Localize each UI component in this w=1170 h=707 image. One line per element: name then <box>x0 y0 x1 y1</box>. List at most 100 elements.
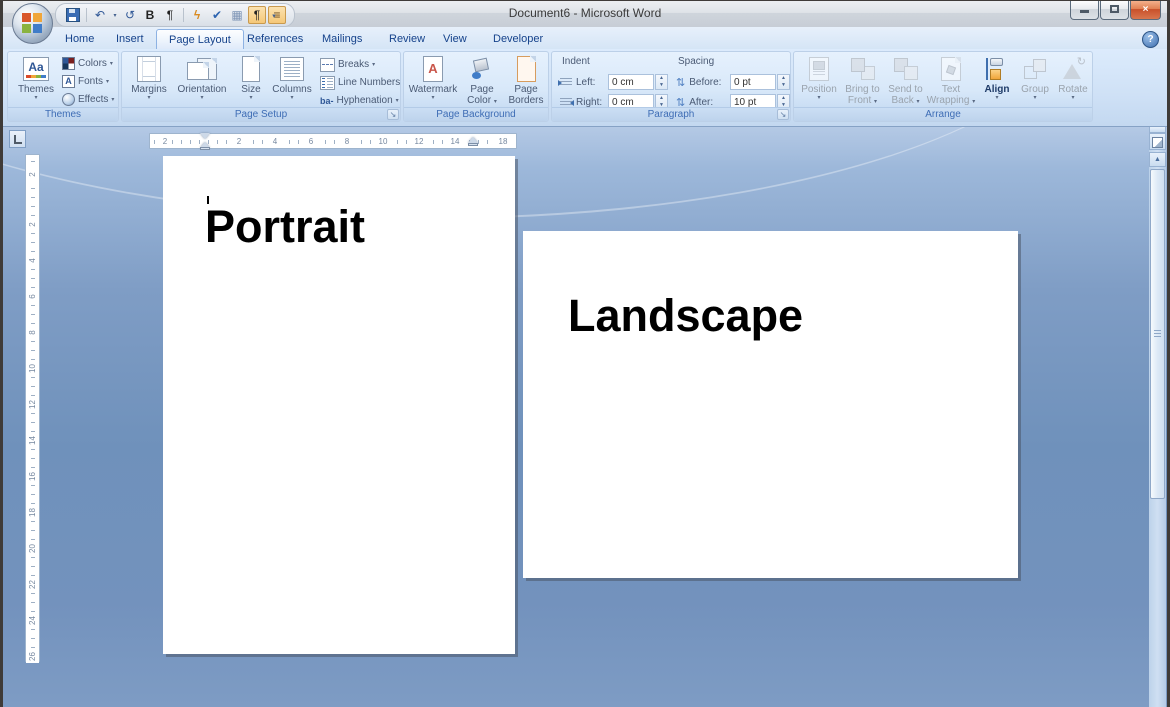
line-numbers-button[interactable]: Line Numbers▾ <box>320 74 406 91</box>
minimize-button[interactable] <box>1070 1 1099 20</box>
paragraph-dialog-launcher[interactable]: ↘ <box>777 109 789 120</box>
table-draw-button[interactable]: ▦ <box>228 6 246 24</box>
theme-fonts-button[interactable]: A Fonts▾ <box>62 73 109 90</box>
chevron-down-icon: ▾ <box>817 95 820 101</box>
theme-effects-button[interactable]: Effects▾ <box>62 91 114 108</box>
tab-mailings[interactable]: Mailings <box>310 29 374 49</box>
align-button[interactable]: Align ▾ <box>979 54 1015 108</box>
page-portrait[interactable]: Portrait <box>163 156 515 654</box>
scrollbar-thumb[interactable] <box>1150 169 1165 499</box>
spacing-before-input[interactable] <box>730 74 776 90</box>
undo-dropdown[interactable]: ▾ <box>111 6 119 24</box>
text-wrapping-icon <box>941 54 961 84</box>
orientation-button[interactable]: Orientation ▾ <box>172 54 232 108</box>
help-icon: ? <box>1147 34 1153 45</box>
title-bar[interactable]: Document6 - Microsoft Word × ↶ ▾ ↺ B ¶ ϟ… <box>3 1 1167 28</box>
ruler-number: 22 <box>26 578 39 591</box>
show-formatting-button[interactable]: ¶ <box>248 6 266 24</box>
theme-effects-icon <box>62 93 75 106</box>
group-button[interactable]: Group ▾ <box>1016 54 1054 108</box>
rotate-button[interactable]: ↻ Rotate ▾ <box>1054 54 1092 108</box>
ruler-number: 24 <box>26 614 39 627</box>
chevron-down-icon: ▾ <box>200 95 203 101</box>
maximize-button[interactable] <box>1100 1 1129 20</box>
position-button[interactable]: Position ▾ <box>798 54 840 108</box>
macro-button[interactable]: ϟ <box>188 6 206 24</box>
vertical-ruler[interactable]: 2 2 4 6 8 10 12 14 16 18 20 22 24 26 <box>25 154 40 662</box>
theme-colors-button[interactable]: Colors▾ <box>62 55 113 72</box>
ruler-number: 14 <box>448 136 462 147</box>
tab-references[interactable]: References <box>235 29 315 49</box>
horizontal-ruler[interactable]: 2 2 4 6 8 10 12 14 18 <box>149 133 517 149</box>
save-button[interactable] <box>64 6 82 24</box>
table-icon: ▦ <box>231 8 242 22</box>
group-label-page-background: Page Background <box>404 107 548 121</box>
undo-icon: ↶ <box>95 8 105 22</box>
first-line-indent-marker[interactable] <box>200 133 210 139</box>
page-landscape[interactable]: Landscape <box>523 231 1018 578</box>
indent-heading: Indent <box>562 56 590 67</box>
themes-icon: Aa <box>23 54 49 84</box>
qat-separator <box>183 8 184 22</box>
spellcheck-icon: ✔ <box>212 8 222 22</box>
breaks-button[interactable]: Breaks▾ <box>320 56 375 73</box>
help-button[interactable]: ? <box>1142 31 1159 48</box>
bold-icon: B <box>146 8 155 22</box>
tab-view[interactable]: View <box>431 29 479 49</box>
spellcheck-button[interactable]: ✔ <box>208 6 226 24</box>
page-borders-button[interactable]: Page Borders <box>504 54 548 108</box>
themes-button[interactable]: Aa Themes ▾ <box>14 54 58 108</box>
redo-button[interactable]: ↺ <box>121 6 139 24</box>
scroll-up-button[interactable]: ▲ <box>1149 152 1166 167</box>
office-button[interactable] <box>12 3 53 44</box>
ruler-number: 10 <box>376 136 390 147</box>
group-label-themes: Themes <box>8 107 118 121</box>
vertical-scrollbar[interactable]: ▲ <box>1149 127 1166 707</box>
watermark-icon: A <box>423 54 443 84</box>
indent-left-stepper[interactable]: ▲▼ <box>655 74 668 90</box>
ribbon: Aa Themes ▾ Colors▾ A Fonts▾ Effects▾ Th… <box>3 49 1167 127</box>
redo-icon: ↺ <box>125 8 135 22</box>
tab-insert[interactable]: Insert <box>104 29 156 49</box>
bring-to-front-button[interactable]: Bring to Front ▾ <box>841 54 884 108</box>
ruler-number: 2 <box>26 168 39 181</box>
position-icon <box>809 54 829 84</box>
spin-up-icon: ▲ <box>656 95 667 102</box>
tab-stop-selector[interactable] <box>9 130 26 148</box>
text-wrapping-button[interactable]: Text Wrapping ▾ <box>927 54 975 108</box>
scroll-up-icon: ▲ <box>1154 156 1161 163</box>
spacing-before-stepper[interactable]: ▲▼ <box>777 74 790 90</box>
size-button[interactable]: Size ▾ <box>232 54 270 108</box>
pilcrow-button[interactable]: ¶ <box>161 6 179 24</box>
left-tab-icon <box>14 135 22 144</box>
ruler-number: 8 <box>340 136 354 147</box>
document-area: 2 2 4 6 8 10 12 14 18 2 2 4 6 8 10 12 14 <box>3 127 1167 707</box>
tab-home[interactable]: Home <box>53 29 106 49</box>
page-color-button[interactable]: Page Color ▾ <box>460 54 504 108</box>
undo-button[interactable]: ↶ <box>91 6 109 24</box>
indent-left-input[interactable] <box>608 74 654 90</box>
tab-page-layout[interactable]: Page Layout <box>156 29 244 49</box>
chevron-down-icon: ▾ <box>34 95 37 101</box>
spacing-before-row: ⇅ Before: <box>676 74 721 91</box>
group-themes: Aa Themes ▾ Colors▾ A Fonts▾ Effects▾ Th… <box>7 51 119 122</box>
ruler-number: 10 <box>26 362 39 375</box>
qat-customize-button[interactable]: ▾ <box>265 7 283 25</box>
page-color-icon <box>471 54 493 84</box>
ruler-number: 4 <box>268 136 282 147</box>
bold-button[interactable]: B <box>141 6 159 24</box>
left-indent-marker[interactable] <box>200 147 210 150</box>
indent-left-row: Left: <box>560 74 595 91</box>
margins-button[interactable]: Margins ▾ <box>126 54 172 108</box>
tab-developer[interactable]: Developer <box>481 29 555 49</box>
send-to-back-button[interactable]: Send to Back ▾ <box>884 54 927 108</box>
page-setup-dialog-launcher[interactable]: ↘ <box>387 109 399 120</box>
indent-right-icon <box>560 98 572 107</box>
close-button[interactable]: × <box>1130 1 1161 20</box>
columns-button[interactable]: Columns ▾ <box>270 54 314 108</box>
tab-review[interactable]: Review <box>377 29 437 49</box>
right-indent-marker-base[interactable] <box>468 143 478 146</box>
watermark-button[interactable]: A Watermark ▾ <box>408 54 458 108</box>
ruler-toggle-button[interactable] <box>1149 133 1166 150</box>
indent-left-icon <box>560 78 572 87</box>
